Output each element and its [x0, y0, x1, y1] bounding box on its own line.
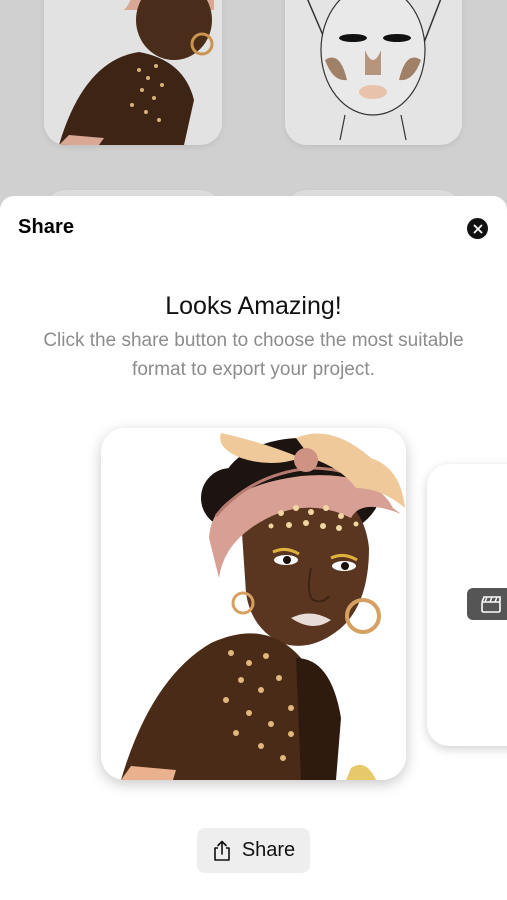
sheet-title: Share: [18, 216, 75, 238]
share-button[interactable]: Share: [197, 828, 310, 873]
share-sheet: Share Looks Amazing! Click the share but…: [0, 196, 507, 900]
success-heading: Looks Amazing!: [165, 292, 342, 320]
face-sketch-thumbnail: [285, 0, 462, 145]
gallery-item-portrait[interactable]: [44, 0, 222, 145]
video-badge: [467, 588, 507, 620]
share-icon: [212, 840, 232, 862]
next-preview-card[interactable]: [427, 464, 507, 746]
portrait-illustration: [101, 428, 406, 780]
portrait-thumbnail: [44, 0, 222, 145]
share-button-label: Share: [241, 839, 296, 861]
project-preview-card[interactable]: [101, 428, 406, 780]
gallery-item-face-sketch[interactable]: [285, 0, 462, 145]
close-button[interactable]: [467, 218, 488, 239]
share-instructions: Click the share button to choose the mos…: [43, 330, 464, 380]
clapperboard-icon: [481, 596, 501, 613]
close-icon: [473, 224, 482, 233]
